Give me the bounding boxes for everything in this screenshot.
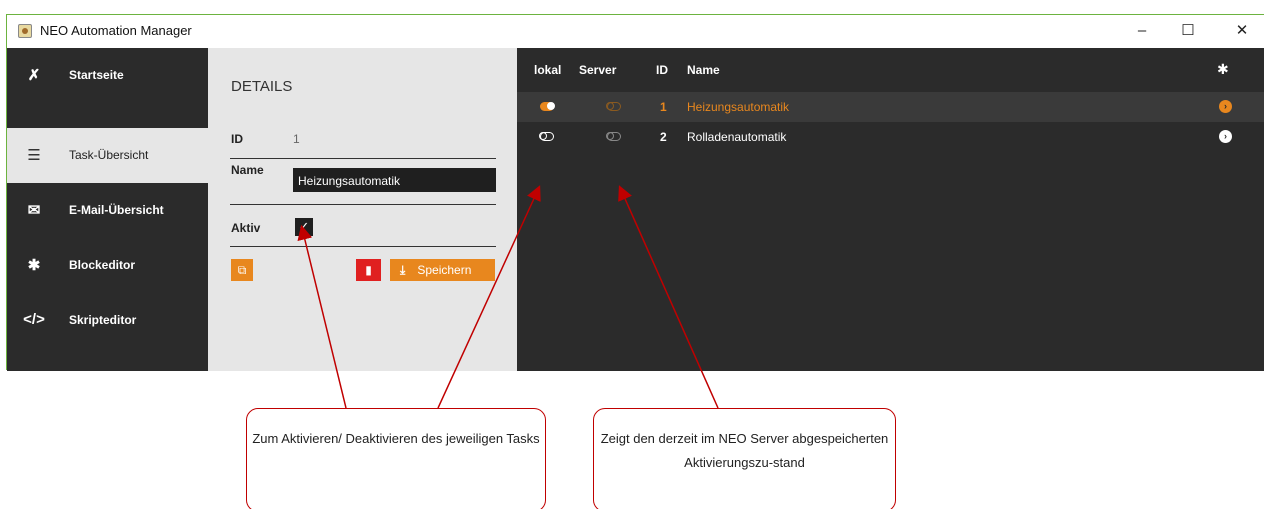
copy-button[interactable]: ⧉: [231, 259, 253, 281]
table-row[interactable]: 1 Heizungsautomatik ›: [517, 92, 1264, 122]
app-window: NEO Automation Manager – ☐ ✕ ✗ Startseit…: [6, 14, 1264, 371]
task-id: 2: [660, 130, 667, 144]
trash-icon: ▮: [365, 263, 372, 277]
server-toggle-off-icon: [606, 132, 621, 141]
sidebar-item-startseite[interactable]: ✗ Startseite: [7, 48, 208, 103]
sidebar-item-label: Skripteditor: [69, 313, 137, 327]
sidebar-item-skripteditor[interactable]: </> Skripteditor: [7, 293, 208, 348]
sidebar-item-task-uebersicht[interactable]: ☰ Task-Übersicht: [7, 128, 208, 183]
details-panel: DETAILS ID 1 Name Heizungsautomatik Akti…: [208, 48, 517, 371]
copy-icon: ⧉: [237, 263, 247, 277]
divider: [230, 246, 496, 247]
save-label: Speichern: [417, 263, 472, 277]
minimize-button[interactable]: –: [1119, 15, 1165, 47]
local-toggle-off-icon[interactable]: [539, 132, 554, 141]
divider: [230, 204, 496, 205]
column-header-local[interactable]: lokal: [534, 63, 561, 77]
name-label: Name: [231, 163, 264, 177]
app-icon: [18, 24, 32, 38]
active-label: Aktiv: [231, 221, 261, 235]
puzzle-icon[interactable]: ✱: [1217, 61, 1229, 78]
maximize-button[interactable]: ☐: [1165, 15, 1211, 47]
active-checkbox[interactable]: ✓: [295, 218, 313, 236]
sidebar-item-email-uebersicht[interactable]: ✉ E-Mail-Übersicht: [7, 183, 208, 238]
mail-icon: ✉: [27, 202, 41, 219]
sidebar-item-blockeditor[interactable]: ✱ Blockeditor: [7, 238, 208, 293]
column-header-name[interactable]: Name: [687, 63, 720, 77]
puzzle-icon: ✱: [27, 257, 41, 274]
table-row[interactable]: 2 Rolladenautomatik ›: [517, 122, 1264, 152]
chevron-right-icon[interactable]: ›: [1219, 100, 1232, 113]
sidebar: ✗ Startseite ☰ Task-Übersicht ✉ E-Mail-Ü…: [7, 48, 208, 371]
column-header-id[interactable]: ID: [656, 63, 668, 77]
annotation-callout-server-state: Zeigt den derzeit im NEO Server abgespei…: [593, 408, 896, 509]
name-input[interactable]: Heizungsautomatik: [293, 168, 496, 192]
sidebar-item-label: Blockeditor: [69, 258, 136, 272]
sidebar-item-label: Task-Übersicht: [69, 148, 149, 162]
sidebar-item-label: Startseite: [69, 68, 124, 82]
title-bar: NEO Automation Manager – ☐ ✕: [7, 15, 1264, 47]
task-list: lokal Server ID Name ✱ 1 Heizungsautomat…: [517, 48, 1264, 371]
id-label: ID: [231, 132, 243, 146]
task-id: 1: [660, 100, 667, 114]
home-icon: ✗: [27, 67, 41, 84]
list-icon: ☰: [27, 147, 41, 164]
column-header-server[interactable]: Server: [579, 63, 616, 77]
sidebar-item-label: E-Mail-Übersicht: [69, 203, 164, 217]
local-toggle-on-icon[interactable]: [540, 102, 555, 111]
chevron-right-icon[interactable]: ›: [1219, 130, 1232, 143]
annotation-callout-activate: Zum Aktivieren/ Deaktivieren des jeweili…: [246, 408, 546, 509]
download-icon: ⤓: [400, 263, 406, 277]
delete-button[interactable]: ▮: [356, 259, 381, 281]
task-name: Heizungsautomatik: [687, 100, 790, 114]
window-title: NEO Automation Manager: [40, 23, 192, 38]
details-title: DETAILS: [231, 78, 293, 95]
close-button[interactable]: ✕: [1219, 15, 1264, 47]
code-icon: </>: [23, 311, 45, 328]
divider: [230, 158, 496, 159]
id-value: 1: [293, 132, 300, 146]
server-toggle-off-icon: [606, 102, 621, 111]
task-name: Rolladenautomatik: [687, 130, 787, 144]
save-button[interactable]: ⤓ Speichern: [390, 259, 495, 281]
